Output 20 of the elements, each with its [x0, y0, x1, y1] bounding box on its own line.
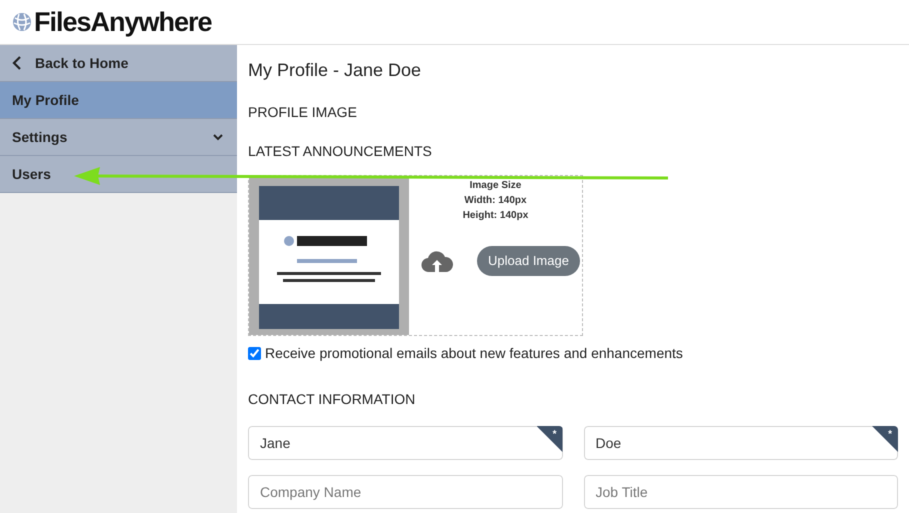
section-heading: LATEST ANNOUNCEMENTS — [248, 142, 433, 161]
checkbox-label: Receive promotional emails about new features and enhancements — [265, 344, 683, 363]
logo-text: FilesAnywhere — [34, 6, 212, 39]
cloud-upload-icon — [421, 249, 454, 273]
image-size-text: Image Size — [470, 179, 522, 193]
promo-checkbox[interactable] — [248, 347, 261, 360]
sidebar-item[interactable]: Settings — [0, 119, 237, 156]
section-heading: PROFILE IMAGE — [248, 103, 358, 122]
text-field[interactable]: Job Title — [584, 475, 898, 509]
sidebar-item[interactable]: Users — [0, 156, 237, 193]
chevron-left-icon — [12, 56, 22, 70]
globe-logo-icon — [12, 12, 32, 32]
upload-image-button[interactable]: Upload Image — [477, 246, 580, 276]
section-heading: CONTACT INFORMATION — [248, 390, 416, 409]
sidebar-item[interactable]: My Profile — [0, 82, 237, 119]
text-field[interactable]: Company Name — [248, 475, 562, 509]
image-size-text: Height: 140px — [462, 209, 528, 223]
image-size-text: Width: 140px — [464, 194, 527, 208]
page-title: My Profile - Jane Doe — [248, 59, 422, 82]
sidebar-item[interactable]: Back to Home — [0, 45, 237, 82]
